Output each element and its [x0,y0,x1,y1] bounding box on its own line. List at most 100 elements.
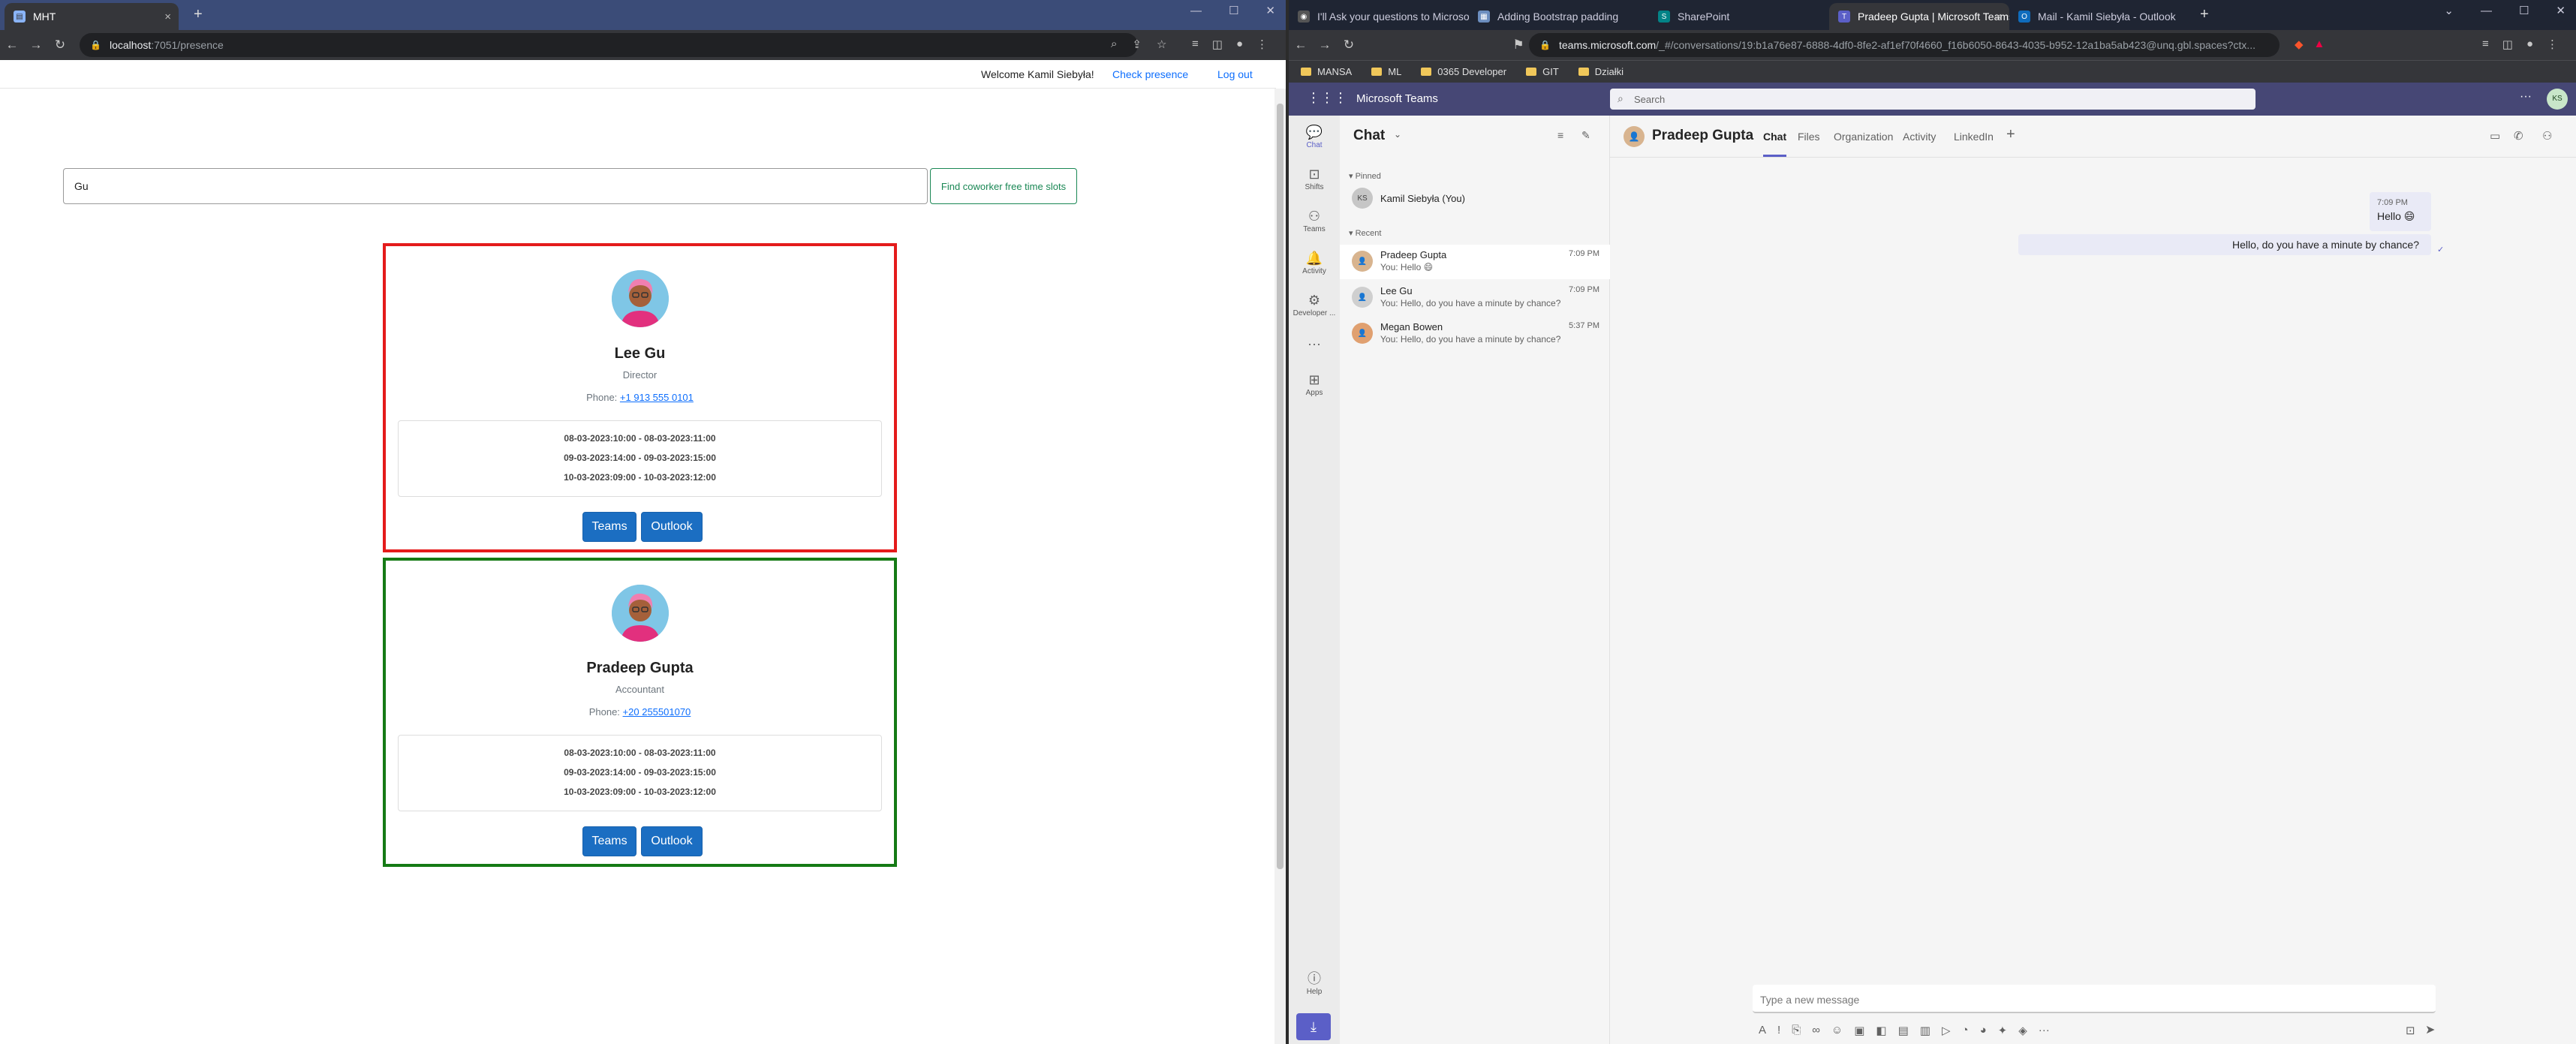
tab-organization[interactable]: Organization [1834,131,1893,143]
menu-icon[interactable]: ⋮ [2547,38,2558,51]
rail-help[interactable]: ⓘ Help [1289,970,1340,996]
sidepanel-icon[interactable]: ◫ [1212,38,1223,51]
meet-icon[interactable]: ▤ [1898,1024,1909,1037]
maximize-icon[interactable]: ☐ [1229,4,1238,17]
logout-link[interactable]: Log out [1217,68,1253,80]
updates-icon[interactable]: ◕ [1980,1024,1987,1037]
add-people-icon[interactable]: ⚇ [2542,129,2552,143]
forward-icon[interactable]: → [24,38,48,53]
teams-button[interactable]: Teams [582,512,636,542]
address-bar[interactable]: 🔒 teams.microsoft.com/_#/conversations/1… [1529,33,2280,57]
bookmark-item[interactable]: Działki [1578,66,1624,77]
gif-icon[interactable]: ▣ [1854,1024,1864,1037]
forward-icon[interactable]: → [1313,38,1337,53]
reload-icon[interactable]: ↻ [1337,38,1361,53]
urgent-icon[interactable]: ! [1777,1024,1780,1037]
chevron-down-icon[interactable]: ⌄ [1394,129,1401,140]
reload-icon[interactable]: ↻ [48,38,72,53]
chat-item-pinned[interactable]: KS Kamil Siebyła (You) [1340,182,1610,216]
close-tab-icon[interactable]: × [164,11,171,23]
bookmark-item[interactable]: ML [1371,66,1401,77]
profile-icon[interactable]: ● [2526,38,2533,51]
tab-linkedin[interactable]: LinkedIn [1954,131,1994,143]
phone-link[interactable]: +1 913 555 0101 [620,392,694,403]
profile-icon[interactable]: ● [1236,38,1243,51]
rail-apps[interactable]: ⊞ Apps [1289,371,1340,397]
app-icon[interactable]: ◈ [2018,1024,2027,1037]
brave-icon[interactable]: ◆ [2295,38,2304,51]
browser-tab[interactable]: O Mail - Kamil Siebyła - Outlook [2009,3,2189,30]
chat-item[interactable]: 👤 Lee Gu You: Hello, do you have a minut… [1340,281,1610,315]
tab-search-icon[interactable]: ⌄ [2444,4,2454,17]
teams-search-input[interactable]: ⌕ Search [1610,89,2256,110]
message-input[interactable]: Type a new message [1753,985,2436,1013]
pinned-section[interactable]: ▾ Pinned [1349,171,1381,181]
rail-more[interactable]: ··· [1289,335,1340,353]
close-tab-icon[interactable]: × [1995,11,2002,23]
emoji-icon[interactable]: ☺ [1831,1024,1843,1037]
audio-call-icon[interactable]: ✆ [2514,129,2523,143]
outlook-button[interactable]: Outlook [641,512,703,542]
more-options-icon[interactable]: ··· [2520,90,2532,104]
record-icon[interactable]: ⊡ [2406,1024,2415,1037]
check-presence-link[interactable]: Check presence [1112,68,1188,80]
rail-activity[interactable]: 🔔 Activity [1289,249,1340,275]
phone-link[interactable]: +20 255501070 [623,706,691,718]
bookmark-icon[interactable]: ⚑ [1506,38,1530,53]
new-tab-icon[interactable]: + [194,6,203,23]
sidepanel-icon[interactable]: ◫ [2502,38,2513,51]
send-icon[interactable]: ➤ [2425,1022,2435,1037]
tab-files[interactable]: Files [1798,131,1820,143]
more-actions-icon[interactable]: ··· [2039,1024,2050,1037]
rail-chat[interactable]: 💬 Chat [1289,123,1340,149]
maximize-icon[interactable]: ☐ [2519,4,2529,17]
bookmark-item[interactable]: GIT [1526,66,1559,77]
browser-tab[interactable]: S SharePoint [1649,3,1829,30]
download-icon[interactable]: ⤓ [1296,1013,1331,1040]
minimize-icon[interactable]: — [2481,5,2492,17]
attach-icon[interactable]: ⎘ [1792,1024,1801,1037]
filter-icon[interactable]: ≡ [1557,129,1563,141]
coworker-search-input[interactable]: Gu [63,168,928,204]
browser-tab-active[interactable]: T Pradeep Gupta | Microsoft Teams × [1829,3,2009,30]
share-icon[interactable]: ⇪ [1132,38,1142,51]
schedule-icon[interactable]: ▥ [1920,1024,1930,1037]
video-call-icon[interactable]: ▭ [2490,129,2500,143]
browser-tab[interactable]: ◉ I'll Ask your questions to Microsoft e.… [1289,3,1469,30]
address-bar[interactable]: 🔒 localhost:7051/presence [80,33,1138,57]
add-tab-icon[interactable]: + [2006,126,2015,143]
tab-activity[interactable]: Activity [1903,131,1936,143]
minimize-icon[interactable]: — [1190,5,1202,17]
message-bubble[interactable]: 7:09 PM Hello 😄 [2370,192,2431,231]
find-free-slots-button[interactable]: Find coworker free time slots [930,168,1077,204]
chat-item-active[interactable]: 👤 Pradeep Gupta You: Hello 😄 7:09 PM [1340,245,1610,279]
rewards-icon[interactable]: ▲ [2314,38,2325,51]
praise-icon[interactable]: ◔ [1962,1024,1969,1037]
chat-item[interactable]: 👤 Megan Bowen You: Hello, do you have a … [1340,317,1610,351]
star-icon[interactable]: ☆ [1157,38,1166,51]
media-icon[interactable]: ≡ [1192,38,1199,51]
teams-button[interactable]: Teams [582,826,636,856]
media-icon[interactable]: ≡ [2482,38,2489,51]
rail-shifts[interactable]: ⊡ Shifts [1289,165,1340,191]
zoom-icon[interactable]: ⌕ [1111,38,1117,51]
bookmark-item[interactable]: MANSA [1301,66,1352,77]
outlook-button[interactable]: Outlook [641,826,703,856]
rail-developer[interactable]: ⚙ Developer ... [1289,291,1340,317]
sticker-icon[interactable]: ◧ [1876,1024,1886,1037]
app-launcher-icon[interactable]: ⋮⋮⋮ [1307,90,1347,106]
menu-icon[interactable]: ⋮ [1256,38,1268,51]
close-window-icon[interactable]: ✕ [2556,4,2565,17]
new-chat-icon[interactable]: ✎ [1581,129,1590,142]
idea-icon[interactable]: ✦ [1998,1024,2008,1037]
bookmark-item[interactable]: 0365 Developer [1421,66,1506,77]
new-tab-icon[interactable]: + [2200,6,2209,23]
back-icon[interactable]: ← [0,38,24,53]
loop-icon[interactable]: ∞ [1812,1024,1820,1037]
recent-section[interactable]: ▾ Recent [1349,228,1381,238]
back-icon[interactable]: ← [1289,38,1313,53]
stream-icon[interactable]: ▷ [1942,1024,1951,1037]
tab-mht[interactable]: ▤ MHT × [5,3,179,30]
format-icon[interactable]: A [1759,1024,1766,1037]
user-avatar[interactable]: KS [2547,89,2568,110]
